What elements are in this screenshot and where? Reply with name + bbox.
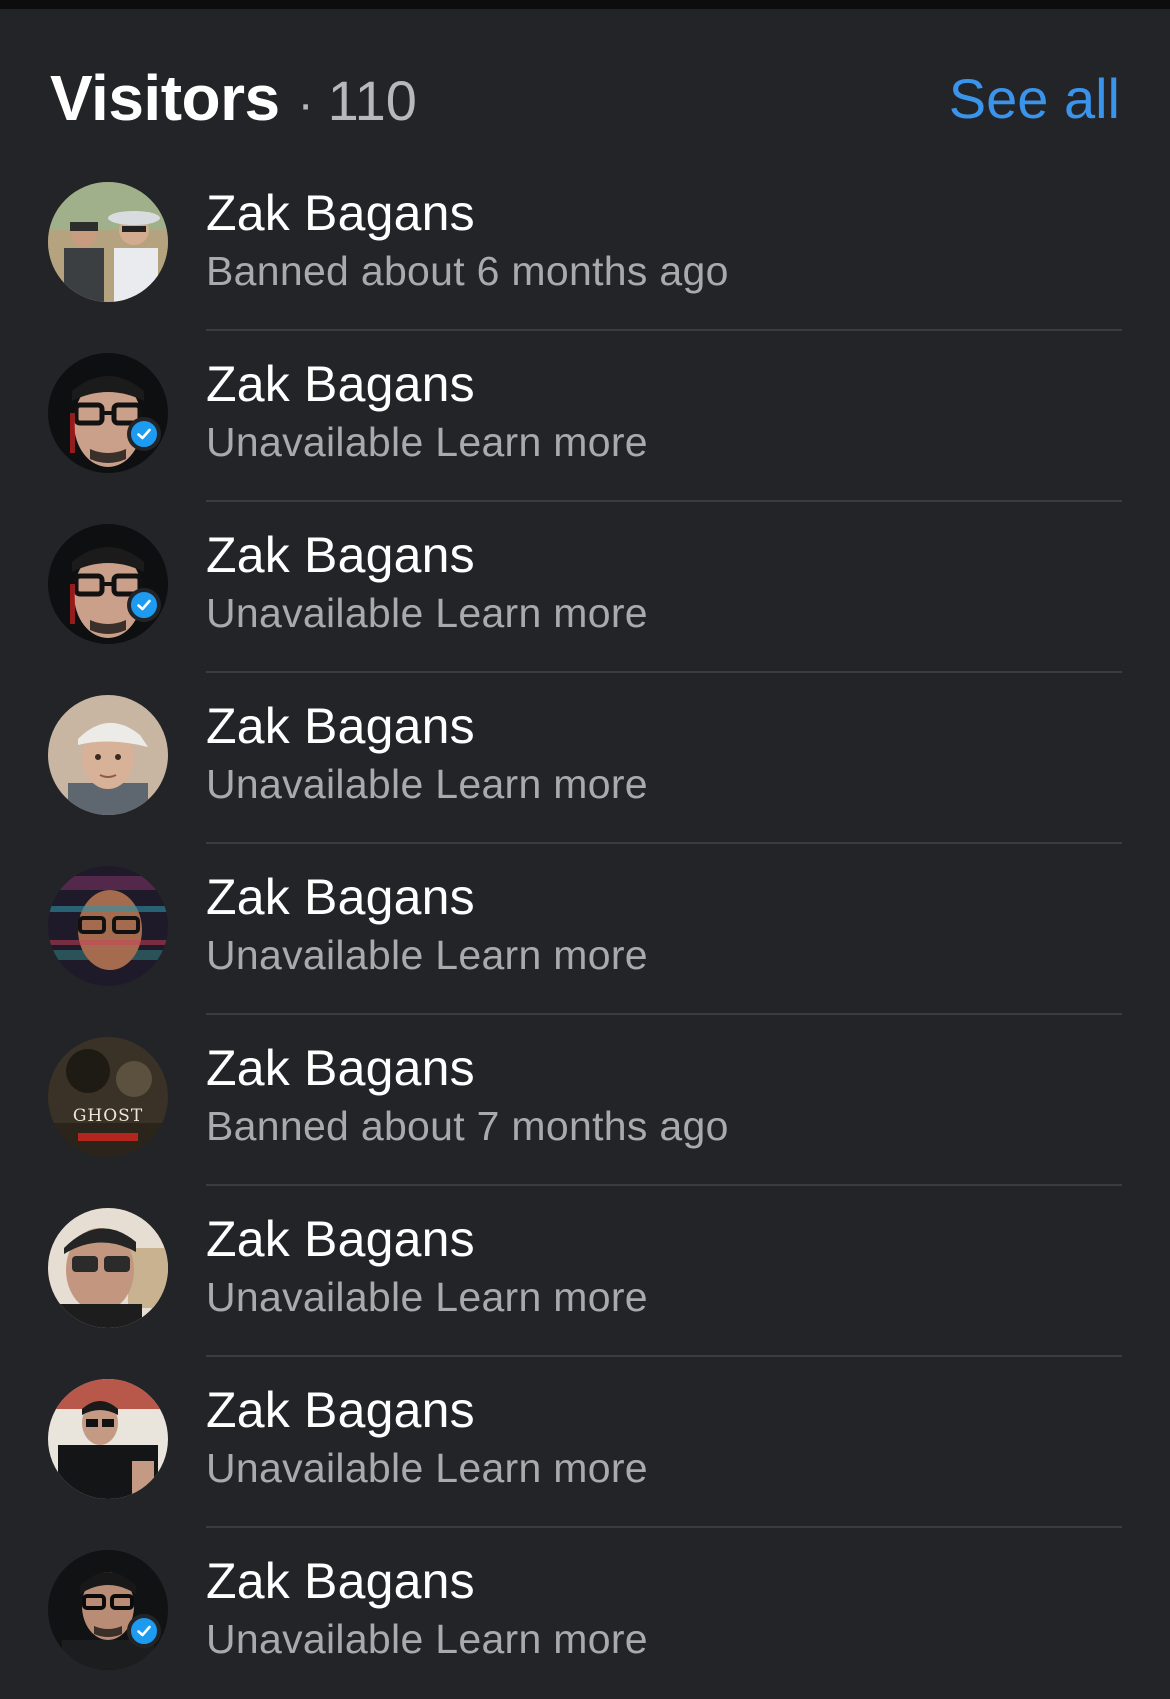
avatar[interactable]	[48, 524, 168, 644]
avatar[interactable]: GHOST	[48, 1037, 168, 1157]
avatar[interactable]	[48, 695, 168, 815]
verified-badge-icon	[127, 588, 161, 622]
visitor-name[interactable]: Zak Bagans	[206, 1039, 475, 1097]
top-edge-bar	[0, 0, 1170, 9]
visitor-count: 110	[327, 69, 417, 132]
visitor-status: Banned about 7 months ago	[206, 1103, 729, 1149]
visitor-name[interactable]: Zak Bagans	[206, 868, 475, 926]
visitor-name[interactable]: Zak Bagans	[206, 1210, 475, 1268]
visitor-name[interactable]: Zak Bagans	[206, 355, 475, 413]
header-title-group: Visitors · 110	[50, 61, 417, 135]
visitor-row[interactable]: Zak Bagans Unavailable Learn more	[0, 673, 1170, 844]
visitor-row[interactable]: Zak Bagans Unavailable Learn more	[0, 502, 1170, 673]
visitor-status: Unavailable Learn more	[206, 1445, 648, 1491]
visitor-name[interactable]: Zak Bagans	[206, 1381, 475, 1439]
verified-badge-icon	[127, 1614, 161, 1648]
visitor-list: Zak Bagans Banned about 6 months ago Zak …	[0, 160, 1170, 1699]
avatar[interactable]	[48, 353, 168, 473]
verified-badge-icon	[127, 417, 161, 451]
visitor-status: Unavailable Learn more	[206, 761, 648, 807]
visitor-status: Unavailable Learn more	[206, 1274, 648, 1320]
visitor-status: Unavailable Learn more	[206, 590, 648, 636]
visitor-row[interactable]: Zak Bagans Unavailable Learn more	[0, 1528, 1170, 1699]
visitor-name[interactable]: Zak Bagans	[206, 1552, 475, 1610]
avatar[interactable]	[48, 1379, 168, 1499]
visitor-name[interactable]: Zak Bagans	[206, 697, 475, 755]
section-title: Visitors	[50, 62, 280, 134]
visitor-status: Banned about 6 months ago	[206, 248, 729, 294]
visitor-status: Unavailable Learn more	[206, 419, 648, 465]
avatar[interactable]	[48, 866, 168, 986]
avatar[interactable]	[48, 1550, 168, 1670]
visitor-row[interactable]: Zak Bagans Unavailable Learn more	[0, 844, 1170, 1015]
visitor-status: Unavailable Learn more	[206, 932, 648, 978]
visitor-row[interactable]: Zak Bagans Unavailable Learn more	[0, 331, 1170, 502]
visitors-header: Visitors · 110 See all	[50, 58, 1120, 138]
visitor-row[interactable]: Zak Bagans Unavailable Learn more	[0, 1357, 1170, 1528]
visitor-name[interactable]: Zak Bagans	[206, 526, 475, 584]
avatar[interactable]	[48, 1208, 168, 1328]
see-all-link[interactable]: See all	[949, 66, 1120, 131]
title-separator: ·	[297, 78, 314, 131]
visitor-row[interactable]: GHOST Zak Bagans Banned about 7 months ag…	[0, 1015, 1170, 1186]
avatar-poster-text: GHOST	[73, 1106, 143, 1126]
visitor-row[interactable]: Zak Bagans Banned about 6 months ago	[0, 160, 1170, 331]
visitor-name[interactable]: Zak Bagans	[206, 184, 475, 242]
visitor-row[interactable]: Zak Bagans Unavailable Learn more	[0, 1186, 1170, 1357]
visitor-status: Unavailable Learn more	[206, 1616, 648, 1662]
avatar[interactable]	[48, 182, 168, 302]
